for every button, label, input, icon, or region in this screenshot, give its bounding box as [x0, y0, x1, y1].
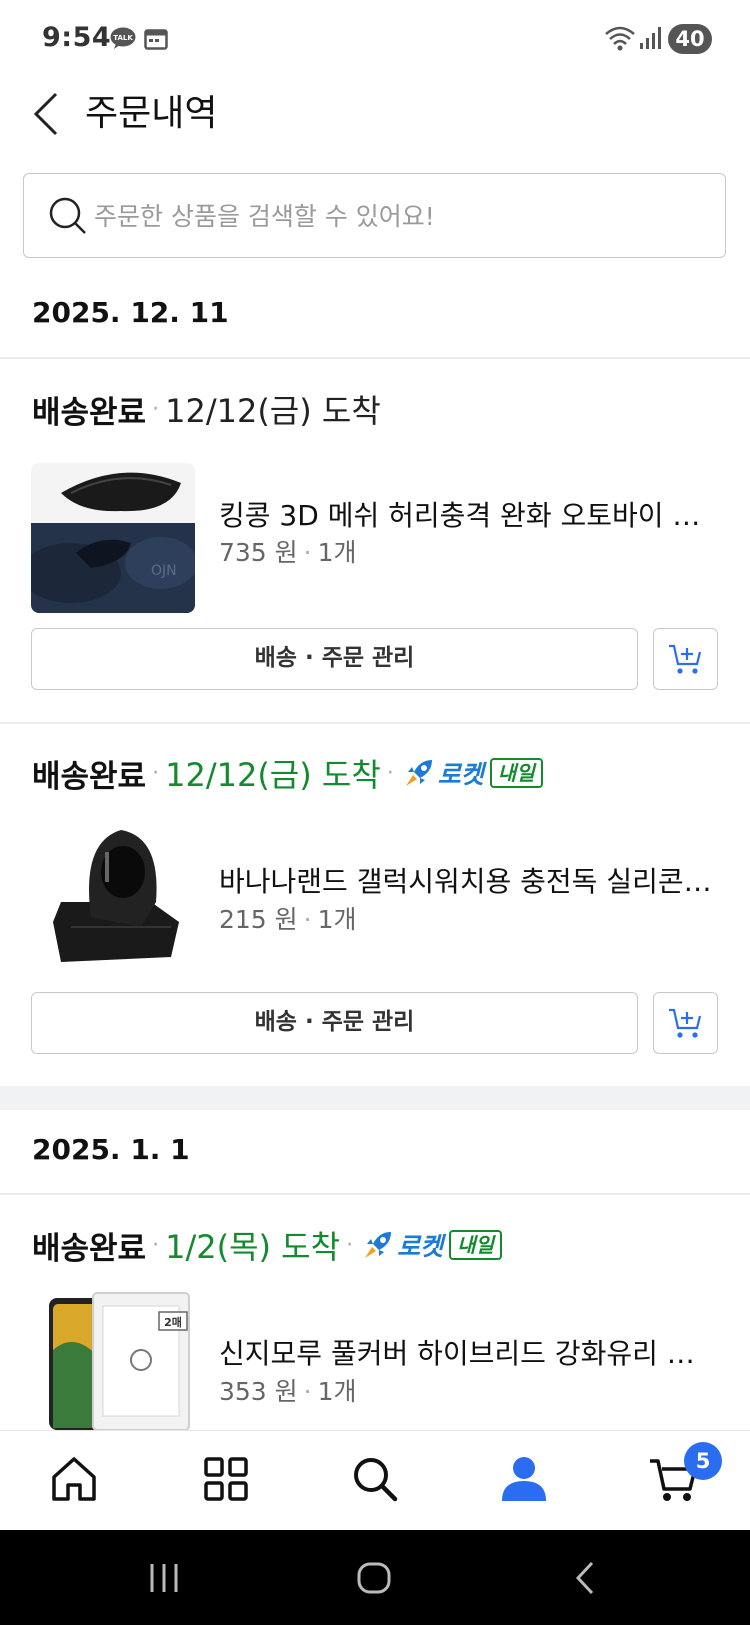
app-header: 주문내역 — [0, 80, 750, 170]
product-name[interactable]: 신지모루 풀커버 하이브리드 강화유리 액정보호필름 — [219, 1332, 719, 1372]
wifi-icon — [605, 26, 635, 51]
order-date-header: 2025. 12. 11 — [32, 296, 229, 329]
motorcycle-seat-image: OJN — [31, 463, 195, 613]
category-grid-icon[interactable] — [200, 1453, 252, 1505]
rocket-label: 로켓 — [397, 1232, 444, 1261]
order-status-line: 배송완료 · 12/12(금) 도착 — [32, 384, 381, 434]
rocket-icon — [405, 760, 432, 786]
rocket-icon — [365, 1232, 392, 1258]
product-name[interactable]: 바나나랜드 갤럭시워치용 충전독 실리콘 거치대 — [219, 860, 719, 900]
home-button-icon[interactable] — [355, 1558, 395, 1598]
tomorrow-badge: 내일 — [489, 758, 543, 788]
kakaotalk-notification-icon: TALK — [110, 27, 136, 49]
calendar-notification-icon — [144, 29, 168, 50]
delivery-status: 배송완료 — [32, 394, 147, 431]
screen-protector-image: 2매 — [31, 1290, 195, 1430]
section-gap — [0, 1086, 750, 1110]
product-price: 735 원 — [219, 538, 298, 567]
status-bar: 9:54 TALK 40 — [0, 0, 750, 80]
product-price-quantity: 353 원 · 1개 — [219, 1372, 357, 1408]
separator-dot: · — [152, 760, 160, 786]
add-to-cart-button[interactable] — [653, 628, 718, 690]
my-page-icon[interactable] — [498, 1453, 550, 1505]
product-thumbnail[interactable]: OJN — [31, 463, 195, 613]
add-to-cart-button[interactable] — [653, 992, 718, 1054]
svg-text:TALK: TALK — [113, 34, 133, 42]
rocket-delivery-badge: 로켓 내일 — [402, 755, 543, 791]
svg-text:OJN: OJN — [151, 563, 177, 579]
battery-indicator: 40 — [668, 24, 712, 54]
watch-charger-dock-image — [31, 822, 195, 972]
product-quantity: 1개 — [317, 1377, 357, 1406]
cart-count-badge: 5 — [684, 1442, 722, 1480]
rocket-label: 로켓 — [437, 760, 484, 789]
order-status-line: 배송완료 · 12/12(금) 도착 · 로켓 내일 — [32, 748, 543, 798]
tomorrow-badge: 내일 — [449, 1230, 502, 1260]
product-price: 215 원 — [219, 905, 298, 934]
order-date-header: 2025. 1. 1 — [32, 1133, 190, 1166]
search-icon — [49, 197, 86, 234]
home-icon[interactable] — [48, 1453, 100, 1505]
search-input[interactable] — [94, 188, 694, 244]
system-back-icon[interactable] — [572, 1558, 602, 1598]
page-title: 주문내역 — [85, 93, 218, 134]
svg-text:2매: 2매 — [164, 1315, 182, 1329]
separator-dot: · — [303, 538, 312, 567]
arrival-date: 12/12(금) 도착 — [165, 392, 381, 430]
divider — [0, 357, 750, 359]
product-price: 353 원 — [219, 1377, 298, 1406]
product-thumbnail[interactable]: 2매 — [31, 1290, 195, 1430]
product-quantity: 1개 — [317, 538, 357, 567]
separator-dot: · — [303, 905, 312, 934]
order-search-box[interactable] — [23, 173, 726, 258]
separator-dot: · — [303, 1377, 312, 1406]
product-quantity: 1개 — [317, 905, 357, 934]
divider — [0, 722, 750, 724]
divider — [0, 1193, 750, 1195]
product-price-quantity: 215 원 · 1개 — [219, 900, 357, 936]
rocket-delivery-badge: 로켓 내일 — [361, 1227, 502, 1263]
separator-dot: · — [152, 1232, 160, 1258]
status-time: 9:54 — [42, 22, 112, 53]
order-status-line: 배송완료 · 1/2(목) 도착 · 로켓 내일 — [32, 1220, 502, 1270]
add-to-cart-icon — [669, 1008, 702, 1038]
product-thumbnail[interactable] — [31, 822, 195, 972]
separator-dot: · — [346, 1232, 354, 1258]
arrival-date: 12/12(금) 도착 — [165, 756, 381, 794]
bottom-navigation — [0, 1430, 750, 1530]
product-name[interactable]: 킹콩 3D 메쉬 허리충격 완화 오토바이 안장 쿠션 — [219, 494, 719, 534]
delivery-status: 배송완료 — [32, 1230, 147, 1267]
delivery-order-manage-button[interactable]: 배송 · 주문 관리 — [31, 628, 638, 690]
arrival-date: 1/2(목) 도착 — [165, 1228, 341, 1266]
separator-dot: · — [152, 396, 160, 422]
back-chevron-icon[interactable] — [26, 86, 76, 142]
system-navigation-bar — [0, 1530, 750, 1625]
separator-dot: · — [386, 760, 394, 786]
add-to-cart-icon — [669, 644, 702, 674]
recent-apps-icon[interactable] — [146, 1558, 182, 1598]
delivery-status: 배송완료 — [32, 758, 147, 795]
delivery-order-manage-button[interactable]: 배송 · 주문 관리 — [31, 992, 638, 1054]
product-price-quantity: 735 원 · 1개 — [219, 533, 357, 569]
cell-signal-icon — [640, 27, 661, 49]
search-icon[interactable] — [349, 1453, 401, 1505]
